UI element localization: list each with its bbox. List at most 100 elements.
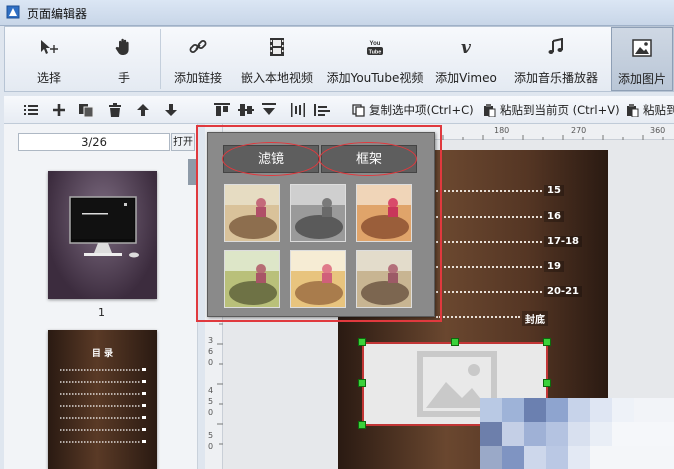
v-ruler-label: 0 bbox=[208, 408, 214, 417]
v-ruler-label: 5 bbox=[208, 397, 214, 406]
list-view-button[interactable] bbox=[24, 101, 38, 119]
plus-icon bbox=[53, 104, 65, 116]
v-ruler-label: 4 bbox=[208, 386, 214, 395]
toc-dotted-line bbox=[436, 241, 542, 243]
align-top-button[interactable] bbox=[214, 101, 230, 119]
pixelated-watermark-graphic bbox=[440, 398, 674, 469]
toc-number: 20-21 bbox=[544, 286, 582, 297]
embed-local-video-button[interactable]: 嵌入本地视频 bbox=[234, 27, 320, 91]
pages-panel: 3/26 打开 1 目 录 bbox=[4, 124, 198, 469]
toc-number: 15 bbox=[544, 185, 564, 196]
svg-text:You: You bbox=[370, 41, 381, 47]
paste-current-label: 粘贴到当前页 (Ctrl+V) bbox=[500, 103, 620, 117]
h-ruler-label: 360 bbox=[650, 126, 666, 135]
delete-page-button[interactable] bbox=[108, 101, 122, 119]
duplicate-page-button[interactable] bbox=[78, 101, 94, 119]
distribute-horizontal-icon bbox=[291, 103, 305, 117]
link-icon bbox=[189, 40, 207, 53]
toc-dotted-line bbox=[436, 316, 520, 318]
page-number-1: 1 bbox=[98, 306, 105, 319]
distribute-vertical-button[interactable] bbox=[314, 101, 330, 119]
page-thumbnail-2[interactable]: 目 录 bbox=[48, 330, 157, 469]
copy-label: 复制选中项(Ctrl+C) bbox=[369, 103, 474, 117]
ribbon-separator bbox=[160, 29, 161, 89]
add-image-button[interactable]: 添加图片 bbox=[611, 27, 673, 91]
toc-dotted-line bbox=[436, 291, 542, 293]
h-ruler-label: 270 bbox=[571, 126, 587, 135]
open-button[interactable]: 打开 bbox=[171, 133, 195, 151]
v-ruler-label: 5 bbox=[208, 431, 214, 440]
trash-icon bbox=[109, 103, 121, 117]
svg-text:Tube: Tube bbox=[369, 50, 382, 56]
add-link-label: 添加链接 bbox=[173, 71, 222, 85]
youtube-icon: You Tube bbox=[367, 41, 383, 56]
toc-number: 封底 bbox=[522, 311, 548, 326]
distribute-vertical-icon bbox=[314, 104, 330, 116]
copy-icon bbox=[352, 103, 365, 117]
align-middle-icon bbox=[238, 104, 254, 116]
align-top-icon bbox=[214, 103, 230, 116]
toc-dotted-line bbox=[436, 190, 542, 192]
list-icon bbox=[24, 105, 38, 115]
resize-handle-top-left[interactable] bbox=[358, 338, 366, 346]
page-indicator-input[interactable]: 3/26 bbox=[18, 133, 170, 151]
add-music-player-button[interactable]: 添加音乐播放器 bbox=[505, 27, 607, 91]
secondary-toolbar: 复制选中项(Ctrl+C) 粘贴到当前页 (Ctrl+V) 粘贴到 bbox=[4, 96, 674, 124]
paste-to-button[interactable]: 粘贴到 bbox=[626, 101, 674, 119]
add-page-button[interactable] bbox=[52, 101, 66, 119]
arrow-down-icon bbox=[165, 104, 177, 116]
hand-icon bbox=[115, 38, 129, 55]
arrow-up-icon bbox=[137, 104, 149, 116]
resize-handle-right[interactable] bbox=[543, 379, 551, 387]
resize-handle-top[interactable] bbox=[451, 338, 459, 346]
v-ruler-label: 0 bbox=[208, 442, 214, 451]
music-note-icon bbox=[548, 38, 563, 54]
ribbon-toolbar: 选择 手 添加链接 嵌入本地视频 You Tube 添加YouTube视频 v 添… bbox=[4, 26, 674, 92]
pages-scrollbar[interactable] bbox=[188, 159, 196, 185]
title-bar: 页面编辑器 bbox=[0, 0, 674, 26]
add-vimeo-button[interactable]: v 添加Vimeo bbox=[431, 27, 501, 91]
paste-current-page-button[interactable]: 粘贴到当前页 (Ctrl+V) bbox=[483, 101, 620, 119]
move-up-button[interactable] bbox=[136, 101, 150, 119]
resize-handle-bottom-left[interactable] bbox=[358, 421, 366, 429]
pixelated-watermark bbox=[440, 398, 674, 469]
annotation-oval-frame bbox=[319, 142, 417, 176]
add-youtube-button[interactable]: You Tube 添加YouTube视频 bbox=[321, 27, 429, 91]
hand-tool-button[interactable]: 手 bbox=[89, 27, 159, 91]
copy-selection-button[interactable]: 复制选中项(Ctrl+C) bbox=[352, 101, 474, 119]
add-music-label: 添加音乐播放器 bbox=[513, 71, 598, 85]
copy-page-icon bbox=[79, 104, 94, 117]
pointer-icon bbox=[41, 40, 58, 54]
page-thumbnail-1[interactable] bbox=[48, 171, 157, 299]
distribute-horizontal-button[interactable] bbox=[290, 101, 306, 119]
window-title: 页面编辑器 bbox=[27, 7, 88, 21]
svg-text:v: v bbox=[461, 38, 472, 56]
v-ruler-label: 0 bbox=[208, 358, 214, 367]
v-ruler-label: 6 bbox=[208, 347, 214, 356]
toc-dotted-line bbox=[436, 216, 542, 218]
paste-to-icon bbox=[627, 103, 639, 117]
hand-label: 手 bbox=[117, 71, 130, 85]
select-tool-button[interactable]: 选择 bbox=[9, 27, 89, 91]
toc-number: 16 bbox=[544, 211, 564, 222]
monitor-illustration bbox=[69, 196, 139, 258]
embed-video-label: 嵌入本地视频 bbox=[240, 71, 313, 85]
toc-number: 17-18 bbox=[544, 236, 582, 247]
add-image-label: 添加图片 bbox=[617, 72, 666, 86]
vimeo-icon: v bbox=[461, 38, 472, 56]
select-label: 选择 bbox=[36, 71, 61, 85]
resize-handle-left[interactable] bbox=[358, 379, 366, 387]
image-icon bbox=[632, 39, 652, 57]
arrange-dropdown[interactable] bbox=[262, 101, 276, 119]
resize-handle-top-right[interactable] bbox=[543, 338, 551, 346]
add-link-button[interactable]: 添加链接 bbox=[162, 27, 234, 91]
align-middle-button[interactable] bbox=[238, 101, 254, 119]
toc-number: 19 bbox=[544, 261, 564, 272]
toc-lines-illustration bbox=[60, 368, 146, 443]
move-down-button[interactable] bbox=[164, 101, 178, 119]
h-ruler-label: 180 bbox=[494, 126, 510, 135]
add-youtube-label: 添加YouTube视频 bbox=[326, 71, 424, 85]
app-icon bbox=[6, 5, 20, 19]
add-vimeo-label: 添加Vimeo bbox=[435, 71, 497, 85]
toc-dotted-line bbox=[436, 266, 542, 268]
